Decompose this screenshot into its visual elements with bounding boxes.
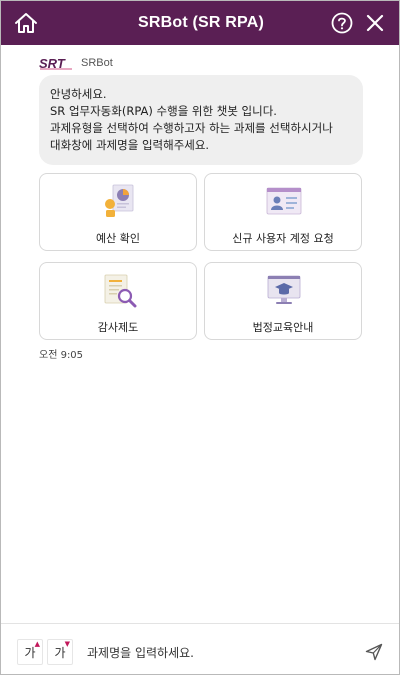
task-name-input[interactable] bbox=[87, 642, 347, 664]
message-line: SR 업무자동화(RPA) 수행을 위한 챗봇 입니다. bbox=[50, 104, 277, 118]
input-bar: 가 ▲ 가 ▼ bbox=[1, 623, 399, 674]
svg-text:SRT: SRT bbox=[39, 56, 66, 70]
arrow-up-icon: ▲ bbox=[34, 640, 40, 648]
card-legal-education[interactable]: 법정교육안내 bbox=[204, 262, 362, 340]
message-timestamp: 오전 9:05 bbox=[39, 350, 84, 361]
message-bubble: 안녕하세요. SR 업무자동화(RPA) 수행을 위한 챗봇 입니다. 과제유형… bbox=[39, 75, 363, 165]
chat-window: SRBot (SR RPA) SRT SRBot 안녕하세요. SR 업무자동화… bbox=[0, 0, 400, 675]
card-budget-check[interactable]: 예산 확인 bbox=[39, 173, 197, 251]
bot-name: SRBot bbox=[81, 57, 113, 69]
card-label: 감사제도 bbox=[97, 321, 139, 334]
close-icon[interactable] bbox=[365, 13, 385, 33]
message-line: 과제유형을 선택하여 수행하고자 하는 과제를 선택하시거나 bbox=[50, 121, 333, 135]
send-icon[interactable] bbox=[365, 643, 383, 661]
message-line: 대화창에 과제명을 입력해주세요. bbox=[50, 138, 210, 152]
card-label: 법정교육안내 bbox=[252, 321, 314, 334]
font-size-down-button[interactable]: 가 ▼ bbox=[47, 639, 73, 665]
education-monitor-icon bbox=[267, 275, 301, 304]
audit-search-icon bbox=[104, 274, 137, 308]
header-bar: SRBot (SR RPA) bbox=[1, 1, 399, 45]
user-account-icon bbox=[266, 187, 302, 215]
message-line: 안녕하세요. bbox=[50, 87, 107, 101]
font-up-label: 가 bbox=[24, 646, 36, 660]
card-audit-system[interactable]: 감사제도 bbox=[39, 262, 197, 340]
font-size-up-button[interactable]: 가 ▲ bbox=[17, 639, 43, 665]
budget-chart-icon bbox=[105, 184, 134, 217]
card-label: 신규 사용자 계정 요청 bbox=[232, 232, 334, 245]
srt-logo: SRT bbox=[39, 56, 72, 70]
arrow-down-icon: ▼ bbox=[64, 640, 70, 648]
font-down-label: 가 bbox=[54, 646, 66, 660]
card-new-user-account[interactable]: 신규 사용자 계정 요청 bbox=[204, 173, 362, 251]
bot-label: SRT SRBot bbox=[39, 55, 113, 71]
card-label: 예산 확인 bbox=[96, 232, 140, 245]
help-icon[interactable] bbox=[331, 12, 353, 34]
